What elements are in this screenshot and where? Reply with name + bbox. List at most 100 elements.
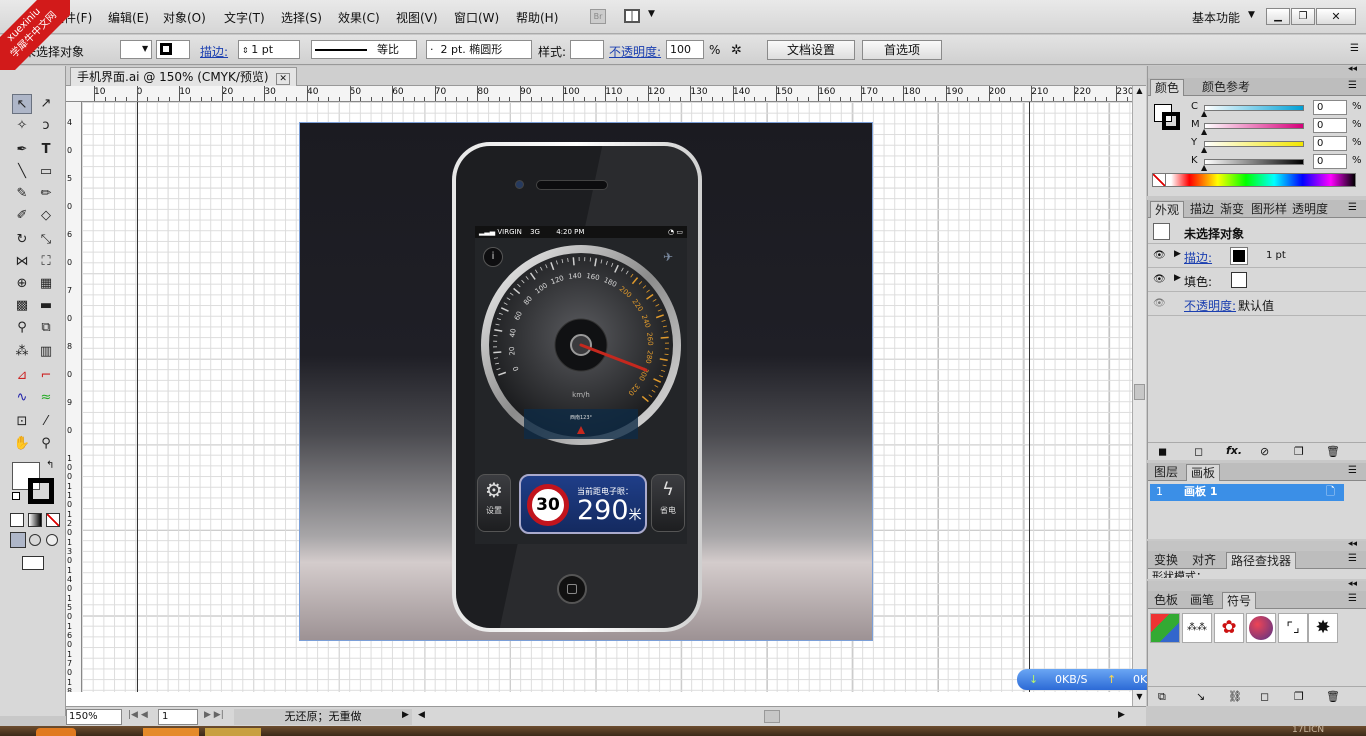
draw-normal-icon[interactable] — [10, 532, 26, 548]
artboard-number-field[interactable]: 1 — [158, 709, 198, 725]
symbol-sphere[interactable] — [1246, 613, 1276, 643]
lasso-tool-icon[interactable]: ↄ — [36, 116, 56, 136]
panel-menu-icon[interactable]: ☰ — [1350, 43, 1359, 54]
symbol-splat[interactable]: ✸ — [1308, 613, 1338, 643]
gradient-tool-icon[interactable]: ▬ — [36, 296, 56, 316]
tab-stroke[interactable]: 描边 — [1186, 201, 1218, 218]
zoom-field[interactable]: 150% — [66, 709, 122, 725]
mesh-tool-icon[interactable]: ▩ — [12, 296, 32, 316]
scroll-left-icon[interactable]: ◀ — [418, 710, 425, 720]
break-link-icon[interactable]: ⛓ — [1228, 690, 1242, 703]
crop-area-tool-icon[interactable]: ⊡ — [12, 412, 32, 432]
eraser-path-tool-icon[interactable]: ∿ — [12, 388, 32, 408]
default-colors-icon[interactable] — [12, 492, 20, 500]
start-button[interactable] — [36, 728, 76, 736]
taskbar-app-1[interactable] — [143, 728, 199, 736]
slider-handle-icon[interactable]: ▲ — [1201, 145, 1207, 154]
artboard-options-icon[interactable]: 🗋 — [1326, 484, 1335, 500]
scissors-tool-icon[interactable]: ≈ — [36, 388, 56, 408]
eraser-tool-icon[interactable]: ◇ — [36, 206, 56, 226]
collapse-panels-icon[interactable]: ◂◂ — [1348, 64, 1357, 74]
artboard-row[interactable]: 1 画板 1 🗋 — [1150, 484, 1344, 501]
paintbrush-tool-icon[interactable]: ✎ — [12, 184, 32, 204]
none-swatch-icon[interactable] — [1152, 173, 1166, 187]
tab-layers[interactable]: 图层 — [1150, 464, 1182, 481]
symbol-ribbon[interactable]: ✿ — [1214, 613, 1244, 643]
tab-swatches[interactable]: 色板 — [1150, 592, 1182, 609]
free-transform-tool-icon[interactable]: ⛶ — [36, 252, 56, 272]
menu-select[interactable]: 选择(S) — [281, 9, 322, 26]
chevron-down-icon[interactable]: ▼ — [648, 9, 655, 19]
place-symbol-icon[interactable]: ↘ — [1196, 690, 1205, 703]
horizontal-scroll-thumb[interactable] — [764, 710, 780, 723]
chevron-down-icon[interactable]: ▼ — [1248, 10, 1255, 20]
appearance-stroke-label[interactable]: 描边: — [1184, 249, 1212, 266]
home-button[interactable] — [557, 574, 587, 604]
color-spectrum[interactable] — [1152, 173, 1356, 187]
panel-menu-icon[interactable]: ☰ — [1348, 465, 1357, 476]
opacity-field[interactable]: 100 — [666, 40, 704, 59]
symbol-frame[interactable]: ⌜⌟ — [1278, 613, 1308, 643]
workspace-switcher[interactable]: 基本功能 — [1192, 9, 1240, 26]
status-menu-arrow-icon[interactable]: ▶ — [402, 710, 409, 720]
collapse-panels-icon[interactable]: ◂◂ — [1348, 539, 1357, 549]
scroll-right-icon[interactable]: ▶ — [1118, 710, 1125, 720]
stroke-swatch[interactable] — [156, 40, 190, 59]
slider-handle-icon[interactable]: ▲ — [1201, 127, 1207, 136]
channel-value[interactable]: 0 — [1313, 154, 1347, 169]
channel-slider[interactable] — [1204, 105, 1304, 111]
tab-align[interactable]: 对齐 — [1188, 552, 1220, 569]
blob-brush-tool-icon[interactable]: ✐ — [12, 206, 32, 226]
chevron-down-icon[interactable]: ▼ — [142, 44, 148, 53]
pencil-tool-icon[interactable]: ✏ — [36, 184, 56, 204]
stroke-color-box[interactable] — [28, 478, 54, 504]
tab-transform[interactable]: 变换 — [1150, 552, 1182, 569]
recolor-artwork-icon[interactable]: ✲ — [731, 43, 742, 58]
draw-behind-icon[interactable] — [29, 534, 41, 546]
settings-panel-button[interactable]: ⚙ 设置 — [477, 474, 511, 532]
close-tab-icon[interactable]: ✕ — [276, 73, 290, 85]
line-tool-icon[interactable]: ╲ — [12, 162, 32, 182]
clear-icon[interactable]: ⊘ — [1260, 445, 1269, 458]
panel-menu-icon[interactable]: ☰ — [1348, 593, 1357, 604]
fx-icon[interactable]: fx. — [1226, 444, 1242, 457]
stroke-weight-field[interactable]: ⇕ 1 pt — [238, 40, 300, 59]
screen-mode-icon[interactable] — [22, 556, 44, 570]
direct-selection-tool-icon[interactable]: ↗ — [36, 94, 56, 114]
zoom-tool-icon[interactable]: ⚲ — [36, 434, 56, 454]
slice-tool-icon[interactable]: ⌐ — [36, 366, 56, 386]
hand-tool-icon[interactable]: ✋ — [12, 434, 32, 454]
vertical-scrollbar[interactable]: ▲ ▼ — [1132, 86, 1146, 706]
none-mode-icon[interactable] — [46, 513, 60, 527]
menu-edit[interactable]: 编辑(E) — [108, 9, 149, 26]
status-readout[interactable]: 无还原；无重做 — [234, 709, 412, 725]
appearance-stroke-swatch[interactable] — [1230, 247, 1248, 265]
column-graph-tool-icon[interactable]: ▥ — [36, 342, 56, 362]
square-icon[interactable]: ◼ — [1158, 445, 1167, 458]
draw-inside-icon[interactable] — [46, 534, 58, 546]
channel-value[interactable]: 0 — [1313, 118, 1347, 133]
brush-definition[interactable]: · 2 pt. 椭圆形 — [426, 40, 532, 59]
bridge-button[interactable]: Br — [590, 9, 606, 24]
graphic-style-swatch[interactable] — [570, 40, 604, 59]
gradient-mode-icon[interactable] — [28, 513, 42, 527]
eye-icon[interactable]: 👁 — [1153, 274, 1166, 285]
channel-slider[interactable] — [1204, 123, 1304, 129]
arrange-documents-icon[interactable] — [624, 9, 640, 23]
width-tool-icon[interactable]: ⋈ — [12, 252, 32, 272]
pen-tool-icon[interactable]: ✒ — [12, 140, 32, 160]
eyedropper-tool-icon[interactable]: ⚲ — [12, 318, 32, 338]
tab-color-guide[interactable]: 颜色参考 — [1198, 79, 1254, 96]
expand-triangle-icon[interactable]: ▶ — [1174, 273, 1181, 283]
slider-handle-icon[interactable]: ▲ — [1201, 163, 1207, 172]
scroll-up-icon[interactable]: ▲ — [1133, 86, 1146, 100]
opacity-label[interactable]: 不透明度: — [609, 43, 661, 60]
tab-appearance[interactable]: 外观 — [1150, 201, 1185, 218]
blend-tool-icon[interactable]: ⧉ — [36, 318, 56, 338]
tab-transparency[interactable]: 透明度 — [1288, 201, 1332, 218]
scroll-down-icon[interactable]: ▼ — [1133, 692, 1146, 706]
tab-pathfinder[interactable]: 路径查找器 — [1226, 552, 1297, 569]
next-artboard-icon[interactable]: ▶ ▶| — [204, 710, 224, 720]
tab-brushes[interactable]: 画笔 — [1186, 592, 1218, 609]
tab-artboards[interactable]: 画板 — [1186, 464, 1221, 481]
